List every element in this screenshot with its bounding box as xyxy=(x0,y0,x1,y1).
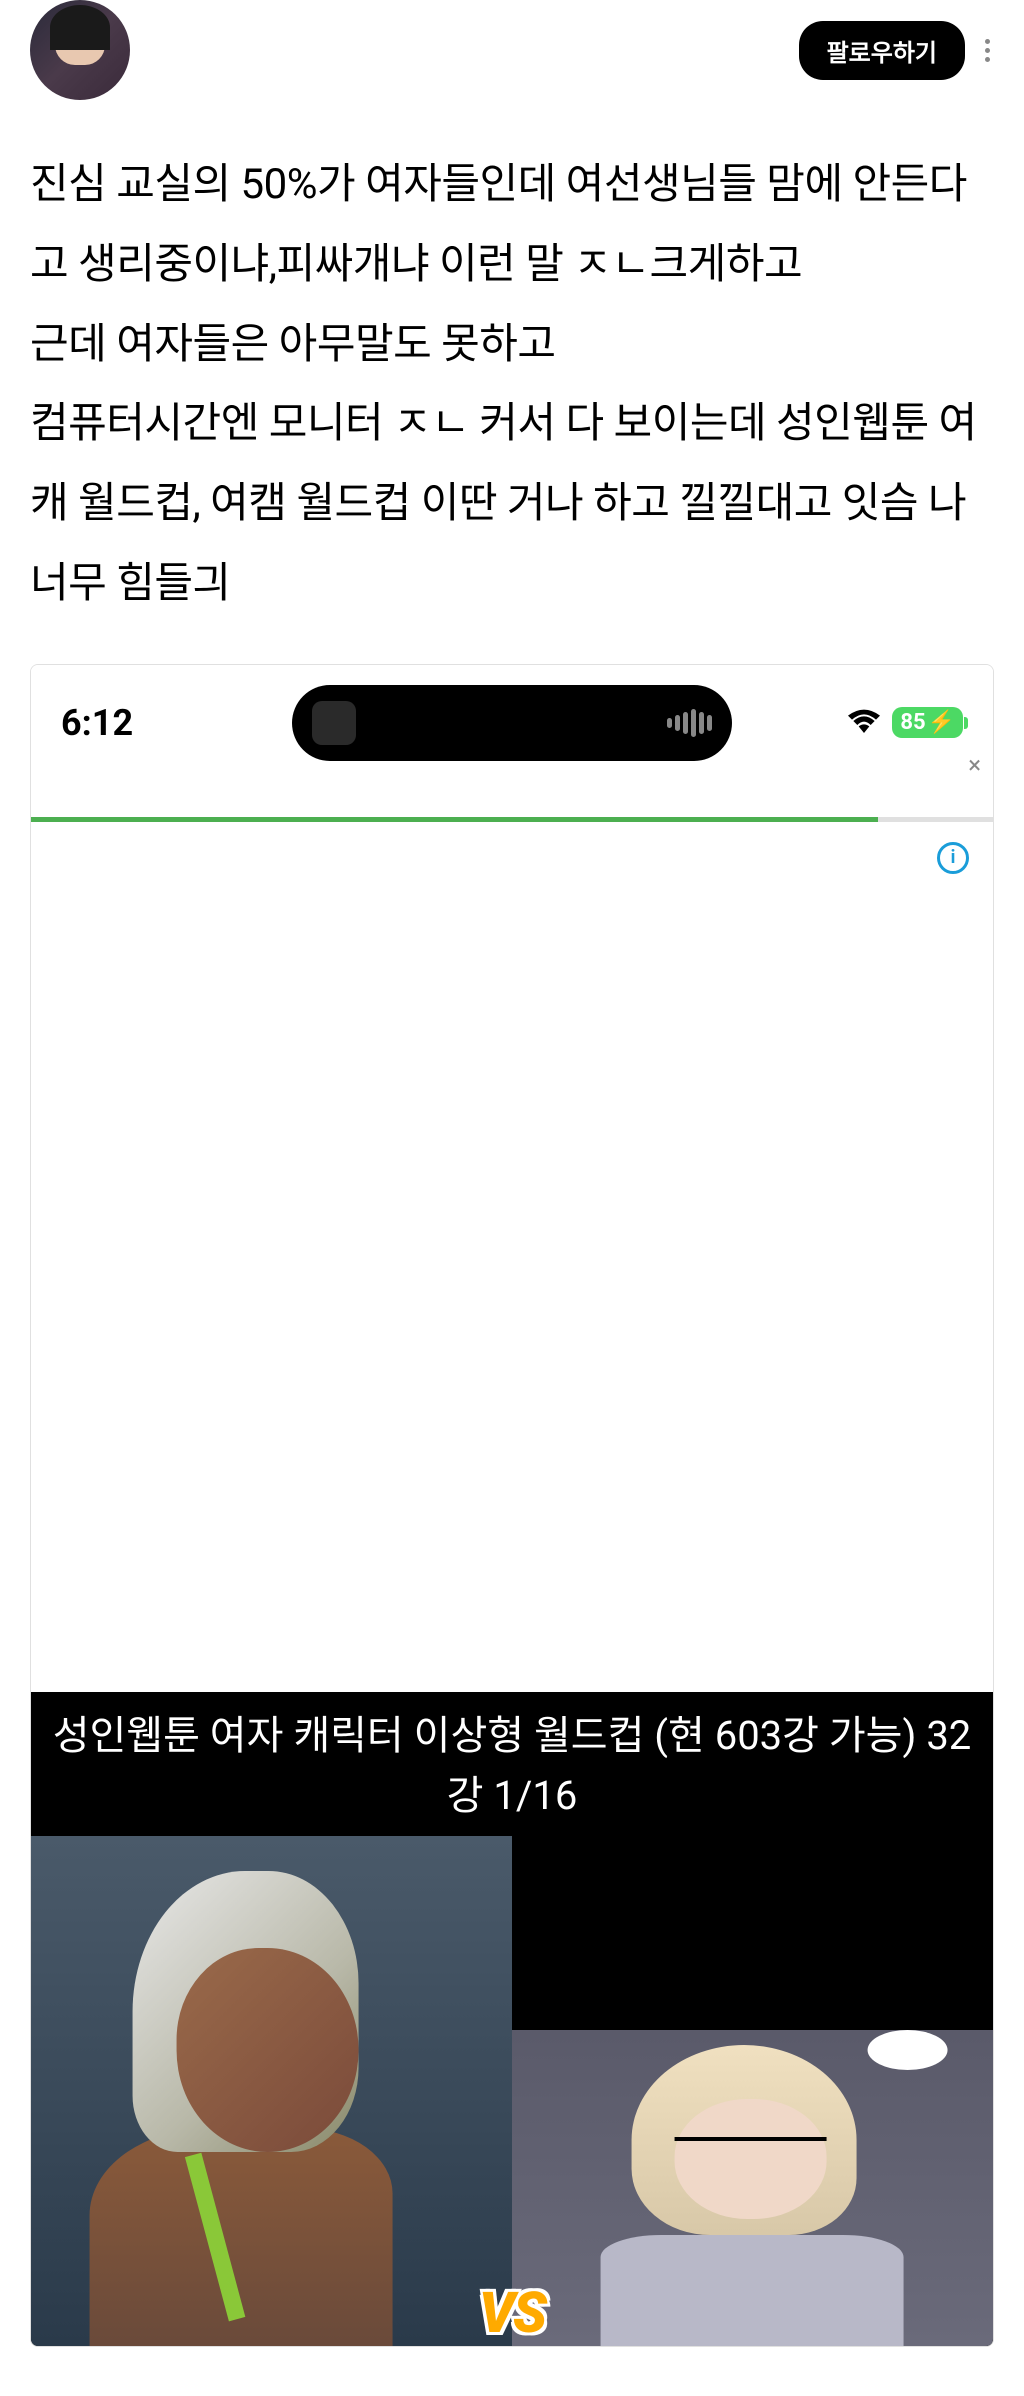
worldcup-content: VS xyxy=(31,1836,993,2346)
header-actions: 팔로우하기 xyxy=(799,21,994,80)
ad-blank-area xyxy=(31,902,993,1692)
character-illustration-left xyxy=(55,1861,488,2346)
dynamic-island xyxy=(292,685,732,761)
worldcup-option-right[interactable] xyxy=(512,1836,993,2346)
progress-wrapper: × xyxy=(31,781,993,822)
post-header: 팔로우하기 xyxy=(0,0,1024,115)
vs-badge: VS xyxy=(479,2280,545,2346)
ad-info-area: i xyxy=(31,822,993,902)
status-time: 6:12 xyxy=(61,702,221,744)
avatar[interactable] xyxy=(30,0,130,100)
wifi-icon xyxy=(848,709,880,737)
info-icon[interactable]: i xyxy=(937,842,969,874)
follow-button[interactable]: 팔로우하기 xyxy=(799,21,965,80)
battery-indicator: 85⚡ xyxy=(892,707,963,738)
close-icon[interactable]: × xyxy=(968,751,981,779)
worldcup-option-left[interactable] xyxy=(31,1836,512,2346)
embedded-screenshot: 6:12 85⚡ × i xyxy=(30,664,994,2347)
worldcup-title: 성인웹툰 여자 캐릭터 이상형 월드컵 (현 603강 가능) 32강 1/16 xyxy=(31,1692,993,1836)
status-icons: 85⚡ xyxy=(803,707,963,738)
charging-icon: ⚡ xyxy=(928,710,955,735)
sound-wave-icon xyxy=(667,709,712,737)
phone-status-bar: 6:12 85⚡ xyxy=(31,665,993,781)
post-body: 진심 교실의 50%가 여자들인데 여선생님들 맘에 안든다고 생리중이냐,피싸… xyxy=(0,115,1024,664)
battery-level: 85 xyxy=(900,710,925,735)
more-icon[interactable] xyxy=(981,35,994,66)
character-illustration-right xyxy=(536,2030,969,2346)
profile-area[interactable] xyxy=(30,0,130,100)
island-app-icon xyxy=(312,701,356,745)
